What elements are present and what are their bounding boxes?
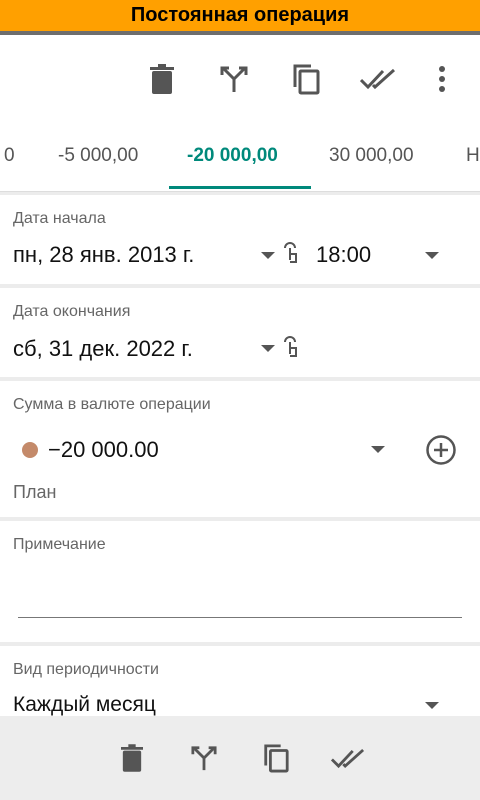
start-date-card: Дата начала пн, 28 янв. 2013 г. 18:00 (0, 195, 480, 284)
tab-item[interactable]: Н (466, 145, 480, 167)
tab-item[interactable]: -5 000,00 (58, 145, 138, 167)
amount-status: План (13, 482, 57, 502)
amount-value[interactable]: −20 000.00 (48, 437, 159, 463)
note-label: Примечание (13, 536, 106, 553)
tab-item-active[interactable]: -20 000,00 (187, 145, 278, 167)
tab-item[interactable]: 30 000,00 (329, 145, 414, 167)
start-time-dropdown-icon[interactable] (425, 252, 439, 259)
bottom-toolbar (0, 716, 480, 800)
periodicity-label: Вид периодичности (13, 661, 159, 678)
note-input[interactable] (18, 571, 462, 616)
note-underline (18, 617, 462, 618)
tab-indicator (169, 186, 311, 189)
start-date-label: Дата начала (13, 210, 106, 227)
amount-label: Сумма в валюте операции (13, 396, 211, 413)
done-all-icon[interactable] (360, 61, 396, 97)
delete-icon[interactable] (144, 61, 180, 97)
end-date-value[interactable]: сб, 31 дек. 2022 г. (13, 336, 193, 362)
end-date-card: Дата окончания сб, 31 дек. 2022 г. (0, 288, 480, 377)
copy-icon[interactable] (258, 740, 294, 776)
end-date-dropdown-icon[interactable] (261, 345, 275, 352)
delete-icon[interactable] (114, 740, 150, 776)
touch-icon[interactable] (282, 336, 300, 363)
done-all-icon[interactable] (330, 740, 366, 776)
copy-icon[interactable] (288, 61, 324, 97)
add-circle-icon[interactable] (425, 434, 457, 471)
periodicity-card: Вид периодичности Каждый месяц (0, 646, 480, 716)
periodicity-dropdown-icon[interactable] (425, 702, 439, 709)
note-card: Примечание (0, 521, 480, 642)
start-date-value[interactable]: пн, 28 янв. 2013 г. (13, 242, 194, 268)
amount-tabs: 0 -5 000,00 -20 000,00 30 000,00 Н (0, 123, 480, 192)
split-icon[interactable] (216, 61, 252, 97)
more-vert-icon[interactable] (424, 61, 460, 97)
top-toolbar (0, 35, 480, 123)
end-date-label: Дата окончания (13, 303, 131, 320)
tab-item[interactable]: 0 (4, 145, 15, 167)
start-time-value[interactable]: 18:00 (316, 242, 371, 268)
start-date-dropdown-icon[interactable] (261, 252, 275, 259)
category-color-dot (22, 442, 38, 458)
touch-icon[interactable] (282, 242, 300, 269)
amount-dropdown-icon[interactable] (371, 446, 385, 453)
window-title: Постоянная операция (0, 0, 480, 35)
periodicity-value[interactable]: Каждый месяц (13, 693, 156, 717)
split-icon[interactable] (186, 740, 222, 776)
amount-card: Сумма в валюте операции −20 000.00 План (0, 381, 480, 517)
